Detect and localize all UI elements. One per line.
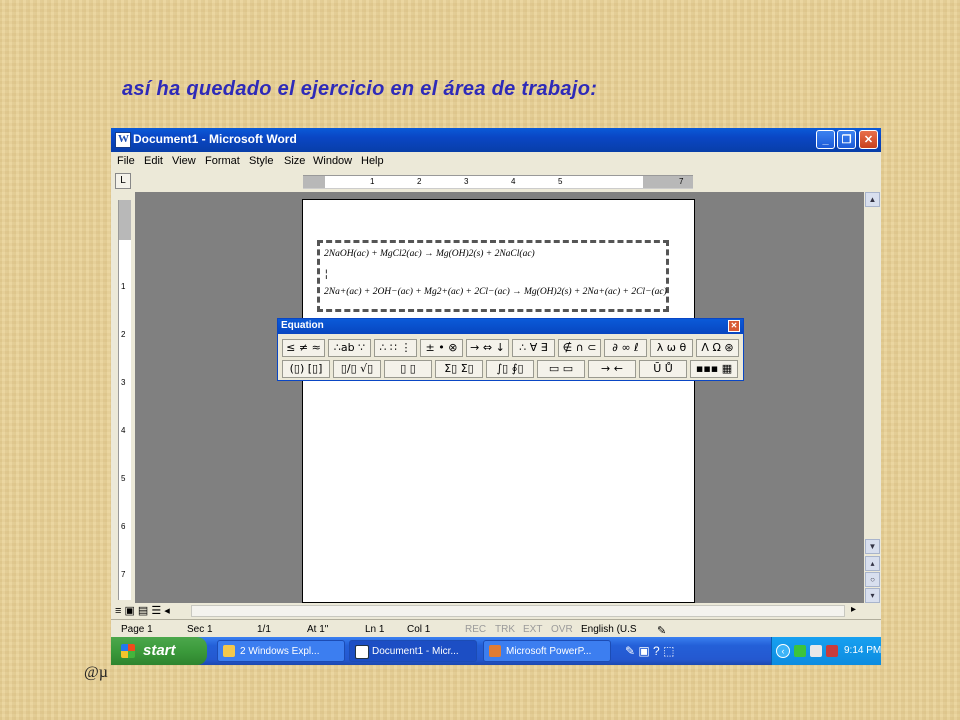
spelling-icon[interactable]: ✎ (657, 624, 666, 637)
eq-set-theory-button[interactable]: ∉ ∩ ⊂ (558, 339, 601, 357)
menu-format[interactable]: Format (205, 155, 240, 167)
slide-caption: así ha quedado el ejercicio en el área d… (122, 78, 598, 100)
tab-selector[interactable]: L (115, 173, 131, 189)
equation-object[interactable]: 2NaOH(ac) + MgCl2(ac) → Mg(OH)2(s) + 2Na… (317, 240, 669, 312)
close-button[interactable]: ✕ (859, 130, 878, 149)
ruler-row: L 1 2 3 4 5 7 (111, 171, 881, 192)
eq-spaces-button[interactable]: ∴ab ∵ (328, 339, 371, 357)
eq-fences-button[interactable]: (▯) [▯] (282, 360, 330, 378)
eq-greek-lower-button[interactable]: λ ω θ (650, 339, 693, 357)
eq-integrals-button[interactable]: ∫▯ ∮▯ (486, 360, 534, 378)
eq-misc-symbols-button[interactable]: ∂ ∞ ℓ (604, 339, 647, 357)
menu-style[interactable]: Style (249, 155, 273, 167)
menu-edit[interactable]: Edit (144, 155, 163, 167)
vertical-ruler[interactable]: 1 2 3 4 5 6 7 (118, 200, 131, 600)
word-app-icon: W (115, 132, 131, 148)
eq-matrices-button[interactable]: ▪▪▪ ▦ (690, 360, 738, 378)
scroll-right-icon[interactable]: ▸ (851, 604, 856, 615)
left-column: 1 2 3 4 5 6 7 (111, 192, 135, 603)
equation-toolbar-close-icon[interactable]: ✕ (728, 320, 740, 332)
word-doc-icon (355, 645, 369, 659)
maximize-button[interactable]: ❐ (837, 130, 856, 149)
scroll-up-icon[interactable]: ▲ (865, 192, 880, 207)
document-area: 2NaOH(ac) + MgCl2(ac) → Mg(OH)2(s) + 2Na… (135, 192, 864, 603)
minimize-button[interactable]: _ (816, 130, 835, 149)
browse-object-icon[interactable]: ○ (865, 572, 880, 587)
corner-mark: @µ (84, 664, 108, 681)
view-buttons-icon[interactable]: ≡ ▣ ▤ ☰ ◂ (115, 604, 170, 617)
system-tray: ‹ 9:14 PM (771, 637, 881, 665)
text-cursor: ¦ (325, 269, 328, 280)
screenshot: W Document1 - Microsoft Word _ ❐ ✕ File … (111, 128, 881, 665)
eq-logical-button[interactable]: ∴ ∀ ∃ (512, 339, 555, 357)
equation-toolbar-row-2: (▯) [▯] ▯/▯ √▯ ▯ ▯ Σ▯ Σ▯ ∫▯ ∮▯ ▭ ▭ → ← Ū… (280, 359, 741, 379)
eq-bars-button[interactable]: ▭ ▭ (537, 360, 585, 378)
horizontal-scrollbar[interactable] (191, 605, 845, 617)
eq-fractions-button[interactable]: ▯/▯ √▯ (333, 360, 381, 378)
folder-icon (223, 645, 235, 657)
eq-arrows-button[interactable]: → ⇔ ↓ (466, 339, 509, 357)
eq-greek-upper-button[interactable]: Λ Ω ⊛ (696, 339, 739, 357)
windows-logo-icon (121, 644, 135, 658)
menu-help[interactable]: Help (361, 155, 384, 167)
menu-size[interactable]: Size (284, 155, 305, 167)
clock[interactable]: 9:14 PM (844, 645, 881, 656)
window-title: Document1 - Microsoft Word (133, 132, 297, 146)
window-titlebar[interactable]: W Document1 - Microsoft Word _ ❐ ✕ (111, 128, 881, 152)
vertical-scrollbar[interactable]: ▲ ▼ ▴ ○ ▾ (864, 192, 881, 603)
document-page[interactable]: 2NaOH(ac) + MgCl2(ac) → Mg(OH)2(s) + 2Na… (302, 199, 695, 603)
equation-toolbar-titlebar[interactable]: Equation ✕ (278, 319, 743, 334)
eq-summation-button[interactable]: Σ▯ Σ▯ (435, 360, 483, 378)
taskbar: start 2 Windows Expl... Document1 - Micr… (111, 637, 881, 665)
powerpoint-icon (489, 645, 501, 657)
eq-products-button[interactable]: Ū Ů (639, 360, 687, 378)
quick-launch-icons[interactable]: ✎ ▣ ? ⬚ (625, 644, 674, 658)
network-icon[interactable] (794, 645, 806, 657)
tray-app-icon[interactable] (826, 645, 838, 657)
menu-file[interactable]: File (117, 155, 135, 167)
horizontal-scroll-row: ≡ ▣ ▤ ☰ ◂ ▸ (111, 603, 881, 619)
volume-icon[interactable] (810, 645, 822, 657)
start-button[interactable]: start (111, 637, 207, 665)
menu-view[interactable]: View (172, 155, 196, 167)
menu-bar: File Edit View Format Style Size Window … (111, 152, 881, 171)
eq-relational-button[interactable]: ≤ ≠ ≈ (282, 339, 325, 357)
eq-subscripts-button[interactable]: ▯ ▯ (384, 360, 432, 378)
task-powerpoint[interactable]: Microsoft PowerP... (483, 640, 611, 662)
menu-window[interactable]: Window (313, 155, 352, 167)
equation-line-1: 2NaOH(ac) + MgCl2(ac) → Mg(OH)2(s) + 2Na… (324, 249, 535, 259)
next-page-icon[interactable]: ▾ (865, 588, 880, 603)
task-word-document[interactable]: Document1 - Micr... (349, 640, 477, 662)
prev-page-icon[interactable]: ▴ (865, 556, 880, 571)
equation-toolbar-row-1: ≤ ≠ ≈ ∴ab ∵ ∴ ∷ ⋮ ± • ⊗ → ⇔ ↓ ∴ ∀ ∃ ∉ ∩ … (280, 338, 741, 358)
status-bar: Page 1 Sec 1 1/1 At 1" Ln 1 Col 1 REC TR… (111, 619, 881, 638)
equation-line-2: 2Na+(ac) + 2OH−(ac) + Mg2+(ac) + 2Cl−(ac… (324, 287, 667, 297)
equation-toolbar: Equation ✕ ≤ ≠ ≈ ∴ab ∵ ∴ ∷ ⋮ ± • ⊗ → ⇔ ↓… (277, 318, 744, 381)
task-windows-explorer[interactable]: 2 Windows Expl... (217, 640, 345, 662)
scroll-down-icon[interactable]: ▼ (865, 539, 880, 554)
eq-embellishments-button[interactable]: ∴ ∷ ⋮ (374, 339, 417, 357)
horizontal-ruler[interactable]: 1 2 3 4 5 7 (303, 175, 693, 189)
chevron-left-icon[interactable]: ‹ (776, 644, 790, 658)
eq-labeled-arrows-button[interactable]: → ← (588, 360, 636, 378)
eq-operators-button[interactable]: ± • ⊗ (420, 339, 463, 357)
